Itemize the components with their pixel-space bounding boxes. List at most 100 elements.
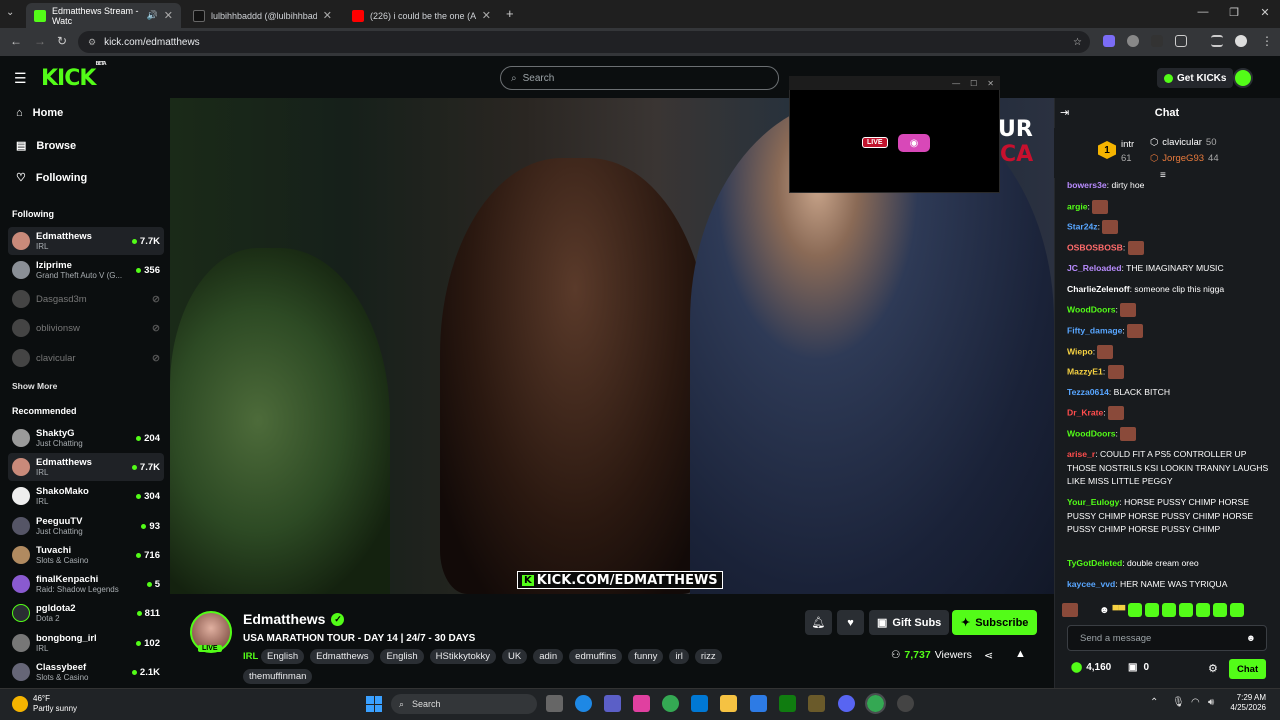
notification-bell-button[interactable]: 🔔︎ <box>805 610 832 635</box>
sidebar-rec-channel[interactable]: pgldota2 Dota 2 811 <box>8 599 164 627</box>
site-info-icon[interactable]: ⚙ <box>88 37 96 48</box>
close-window-icon[interactable]: ✕ <box>1250 6 1280 19</box>
chat-username[interactable]: JC_Reloaded <box>1067 263 1121 273</box>
tag-chip[interactable]: funny <box>628 649 664 664</box>
windows-start-icon[interactable] <box>366 696 382 712</box>
sidebar-rec-channel[interactable]: finalKenpachi Raid: Shadow Legends 5 <box>8 570 164 598</box>
chat-username[interactable]: TyGotDeleted <box>1067 558 1122 568</box>
xbox-icon[interactable] <box>779 695 796 712</box>
emote-icon[interactable] <box>1213 603 1228 617</box>
emote-icon[interactable] <box>1196 603 1211 617</box>
extension-icon[interactable] <box>1151 35 1163 47</box>
user-avatar[interactable] <box>1233 68 1253 88</box>
extension-cloud-icon[interactable] <box>1127 35 1139 47</box>
sidebar-rec-channel[interactable]: Classybeef Slots & Casino 2.1K <box>8 658 164 686</box>
subscribe-button[interactable]: ✦ Subscribe <box>952 610 1038 635</box>
sidebar-rec-channel[interactable]: ShaktyG Just Chatting 204 <box>8 424 164 452</box>
app-icon[interactable] <box>808 695 825 712</box>
chat-username[interactable]: Tezza0614 <box>1067 387 1109 397</box>
weather-icon[interactable] <box>12 696 28 712</box>
emote-icon[interactable] <box>1145 603 1160 617</box>
sidebar-channel-dasgasd3m[interactable]: Dasgasd3m ⊘ <box>8 285 164 313</box>
task-view-icon[interactable] <box>546 695 563 712</box>
tag-chip[interactable]: edmuffins <box>569 649 623 664</box>
chat-username[interactable]: kaycee_vvd <box>1067 579 1115 589</box>
chat-username[interactable]: MazzyE1 <box>1067 366 1103 376</box>
weather-widget[interactable]: 46°F Partly sunny <box>33 694 77 714</box>
hamburger-menu-icon[interactable]: ☰ <box>14 70 27 87</box>
sidebar-channel-iziprime[interactable]: Iziprime Grand Theft Auto V (G... 356 <box>8 256 164 284</box>
minimize-icon[interactable]: — <box>1188 6 1218 18</box>
emote-icon[interactable] <box>1062 603 1078 617</box>
kick-logo[interactable]: KICKBETA <box>41 61 107 91</box>
tag-chip[interactable]: adin <box>533 649 564 664</box>
profile-avatar[interactable] <box>1235 35 1247 47</box>
tab-close-icon[interactable]: ✕ <box>482 9 491 22</box>
emote-icon[interactable]: ▀▀ <box>1113 605 1126 615</box>
nav-home[interactable]: ⌂ Home <box>16 107 63 119</box>
app-icon[interactable] <box>750 695 767 712</box>
emoji-picker-icon[interactable]: ☻ <box>1246 633 1256 644</box>
extensions-puzzle-icon[interactable] <box>1175 35 1187 47</box>
tag-chip[interactable]: irl <box>669 649 689 664</box>
microphone-icon[interactable]: 🎙︎ <box>1172 697 1185 708</box>
sidebar-rec-channel[interactable]: ShakoMako IRL 304 <box>8 482 164 510</box>
share-icon[interactable]: ⋖ <box>984 649 993 662</box>
tag-chip[interactable]: English <box>380 649 424 664</box>
chat-username[interactable]: arise_r <box>1067 449 1095 459</box>
sidebar-rec-channel[interactable]: bongbong_irl IRL 102 <box>8 629 164 657</box>
tag-chip[interactable]: Edmatthews <box>310 649 375 664</box>
emote-icon[interactable] <box>1230 603 1245 617</box>
chat-username[interactable]: WoodDoors <box>1067 428 1116 438</box>
follow-heart-button[interactable]: ♥ <box>837 610 864 635</box>
sidebar-channel-oblivionsw[interactable]: oblivionsw ⊘ <box>8 314 164 342</box>
streamer-name[interactable]: Edmatthews ✓ <box>243 611 345 627</box>
emote-icon[interactable] <box>1179 603 1194 617</box>
new-tab-icon[interactable]: + <box>506 6 514 21</box>
tag-chip[interactable]: English <box>261 649 305 664</box>
gift-count[interactable]: ▣ 0 <box>1128 662 1149 673</box>
sidebar-rec-channel[interactable]: Edmatthews IRL 7.7K <box>8 453 164 481</box>
emote-icon[interactable]: ☻ <box>1099 605 1110 616</box>
restore-icon[interactable]: ❐ <box>1219 6 1249 19</box>
overlay-minimize-icon[interactable]: — <box>952 79 960 88</box>
chat-username[interactable]: Dr_Krate <box>1067 407 1103 417</box>
tab-close-icon[interactable]: ✕ <box>164 9 173 22</box>
overlay-maximize-icon[interactable]: ☐ <box>970 79 977 88</box>
emote-icon[interactable] <box>1128 603 1143 617</box>
app-icon[interactable] <box>897 695 914 712</box>
chat-username[interactable]: Fifty_damage <box>1067 325 1122 335</box>
chat-username[interactable]: Star24z <box>1067 221 1098 231</box>
chat-settings-icon[interactable]: ⚙ <box>1208 662 1218 675</box>
reload-icon[interactable]: ↻ <box>57 34 67 48</box>
chat-message-input[interactable]: Send a message ☻ <box>1067 625 1267 651</box>
volume-icon[interactable]: 🔊︎ <box>1208 697 1214 708</box>
tab-search-icon[interactable]: ⌄ <box>6 7 14 18</box>
url-bar[interactable]: ⚙ kick.com/edmatthews ☆ <box>78 31 1090 53</box>
taskbar-search[interactable]: ⌕ Search <box>391 694 537 714</box>
reading-list-icon[interactable] <box>1211 35 1223 47</box>
sidebar-channel-clavicular[interactable]: clavicular ⊘ <box>8 344 164 372</box>
tab-kick[interactable]: Edmatthews Stream - Watc 🔊 ✕ <box>26 3 181 28</box>
taskbar-clock[interactable]: 7:29 AM 4/25/2026 <box>1226 693 1266 713</box>
chrome-icon[interactable] <box>662 695 679 712</box>
tray-chevron-icon[interactable]: ⌃ <box>1150 697 1158 708</box>
chat-username[interactable]: OSBOSBOSB <box>1067 242 1123 252</box>
back-icon[interactable]: ← <box>10 34 22 48</box>
tag-chip[interactable]: rizz <box>694 649 722 664</box>
search-input[interactable]: ⌕ Search <box>500 66 779 90</box>
sidebar-rec-channel[interactable]: Tuvachi Slots & Casino 716 <box>8 541 164 569</box>
forward-icon[interactable]: → <box>34 34 46 48</box>
edge-icon[interactable] <box>575 695 592 712</box>
teams-icon[interactable] <box>604 695 621 712</box>
wifi-icon[interactable]: ◠ <box>1191 697 1200 708</box>
chat-username[interactable]: argie <box>1067 201 1088 211</box>
chat-username[interactable]: WoodDoors <box>1067 304 1116 314</box>
tab-youtube[interactable]: (226) i could be the one (Amb ✕ <box>344 3 499 28</box>
chrome-active-icon[interactable] <box>865 693 886 714</box>
bookmark-star-icon[interactable]: ☆ <box>1073 37 1082 48</box>
stream-category-link[interactable]: IRL <box>243 651 258 662</box>
store-icon[interactable] <box>691 695 708 712</box>
tab-close-icon[interactable]: ✕ <box>323 9 332 22</box>
get-kicks-button[interactable]: Get KICKs <box>1157 68 1234 88</box>
